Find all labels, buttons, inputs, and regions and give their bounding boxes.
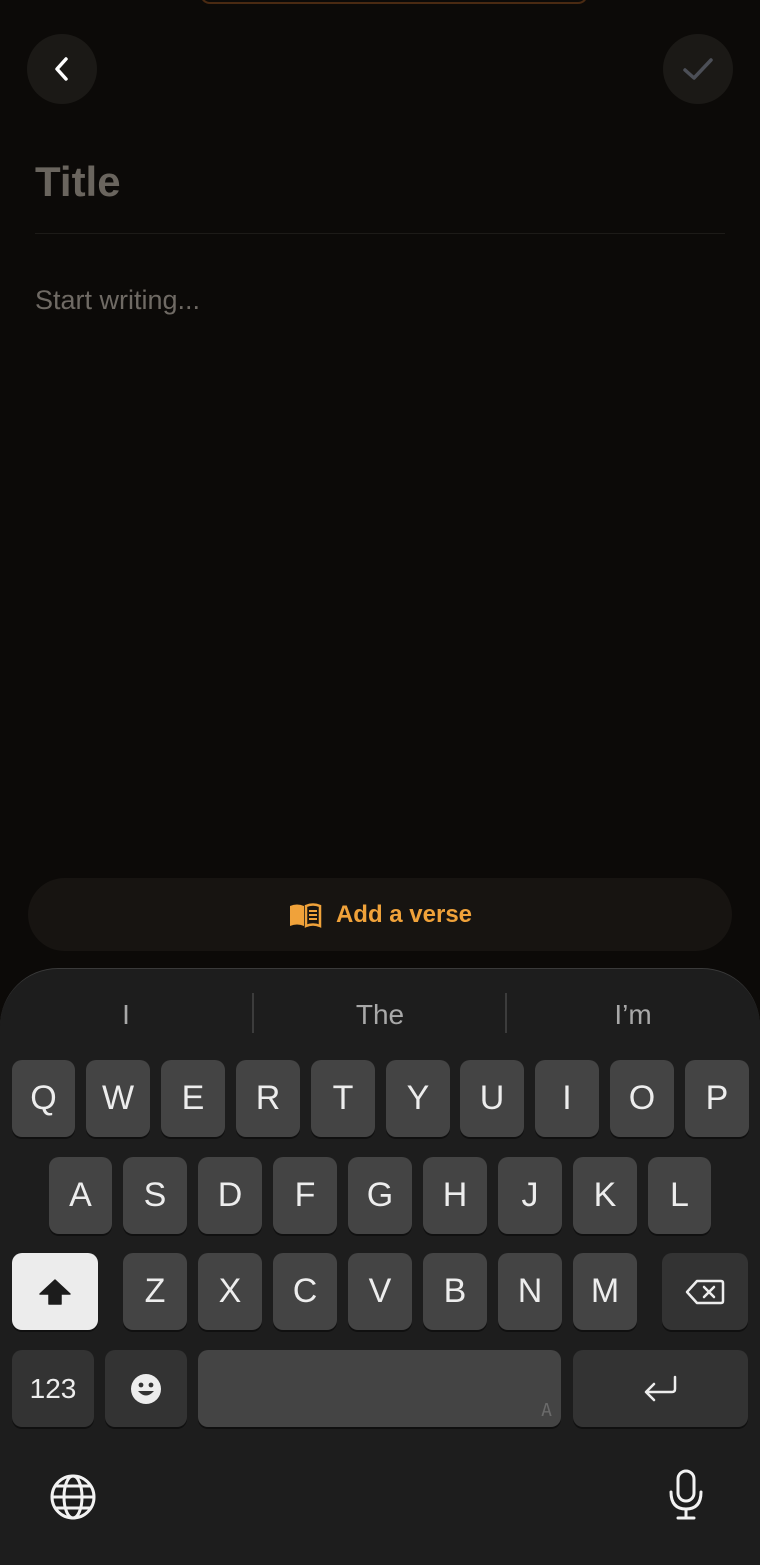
key-b[interactable]: B: [423, 1253, 487, 1330]
emoji-icon: [131, 1373, 161, 1404]
key-s[interactable]: S: [123, 1157, 187, 1234]
chevron-left-icon: [55, 57, 68, 81]
microphone-icon: [669, 1469, 703, 1520]
key-o[interactable]: O: [610, 1060, 674, 1137]
key-d[interactable]: D: [198, 1157, 262, 1234]
return-key[interactable]: [573, 1350, 748, 1427]
globe-button[interactable]: [48, 1472, 98, 1522]
title-field[interactable]: Title: [35, 158, 725, 218]
key-l[interactable]: L: [648, 1157, 711, 1234]
key-k[interactable]: K: [573, 1157, 637, 1234]
key-j[interactable]: J: [498, 1157, 562, 1234]
add-verse-label: Add a verse: [335, 900, 473, 928]
top-indicator: [200, 0, 588, 4]
key-v[interactable]: V: [348, 1253, 412, 1330]
add-verse-button[interactable]: Add a verse: [28, 878, 732, 951]
suggestion-bar: I The I’m: [0, 969, 760, 1057]
microphone-button[interactable]: [662, 1467, 710, 1523]
shift-key[interactable]: [12, 1253, 98, 1330]
body-text-area[interactable]: Start writing...: [35, 285, 725, 325]
key-p[interactable]: P: [685, 1060, 749, 1137]
key-h[interactable]: H: [423, 1157, 487, 1234]
numbers-key[interactable]: 123: [12, 1350, 94, 1427]
key-q[interactable]: Q: [12, 1060, 75, 1137]
key-t[interactable]: T: [311, 1060, 375, 1137]
key-n[interactable]: N: [498, 1253, 562, 1330]
key-i[interactable]: I: [535, 1060, 599, 1137]
space-key-hint: A: [541, 1400, 552, 1421]
backspace-key[interactable]: [662, 1253, 748, 1330]
key-w[interactable]: W: [86, 1060, 150, 1137]
key-e[interactable]: E: [161, 1060, 225, 1137]
key-x[interactable]: X: [198, 1253, 262, 1330]
shift-icon: [39, 1278, 71, 1305]
backspace-icon: [685, 1279, 725, 1304]
globe-icon: [50, 1474, 96, 1520]
return-icon: [644, 1375, 676, 1401]
suggestion-1[interactable]: I: [0, 993, 252, 1037]
book-icon: [289, 902, 322, 928]
key-g[interactable]: G: [348, 1157, 412, 1234]
checkmark-icon: [683, 58, 713, 80]
suggestion-3[interactable]: I’m: [507, 993, 759, 1037]
done-button[interactable]: [663, 34, 733, 104]
note-editor-screen: Title Start writing... Add a verse I The…: [0, 0, 760, 1565]
key-a[interactable]: A: [49, 1157, 112, 1234]
title-divider: [35, 233, 725, 234]
key-y[interactable]: Y: [386, 1060, 450, 1137]
back-button[interactable]: [27, 34, 97, 104]
key-m[interactable]: M: [573, 1253, 637, 1330]
emoji-key[interactable]: [105, 1350, 187, 1427]
key-c[interactable]: C: [273, 1253, 337, 1330]
key-r[interactable]: R: [236, 1060, 300, 1137]
key-f[interactable]: F: [273, 1157, 337, 1234]
space-key[interactable]: A: [198, 1350, 561, 1427]
key-u[interactable]: U: [460, 1060, 524, 1137]
keyboard: I The I’m Q W E R T Y U I O P A S D F G …: [0, 968, 760, 1565]
suggestion-2[interactable]: The: [254, 993, 506, 1037]
key-z[interactable]: Z: [123, 1253, 187, 1330]
